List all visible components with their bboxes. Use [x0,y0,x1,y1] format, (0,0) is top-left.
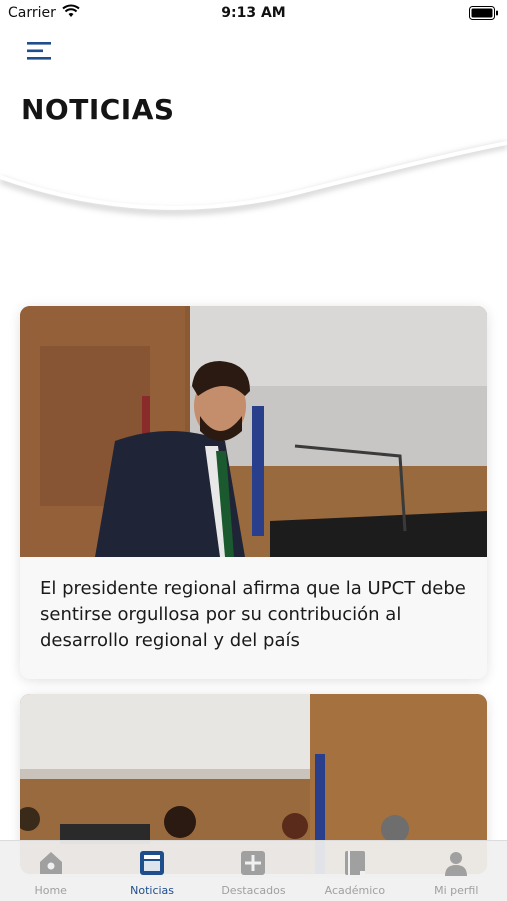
plus-square-icon [241,851,266,875]
tab-mi-perfil[interactable]: Mi perfil [406,841,506,901]
header-swoosh-decoration [0,141,507,216]
bottom-tab-bar: Home Noticias Destacados Académico Mi pe… [0,840,507,901]
book-icon [344,851,365,875]
tab-destacados[interactable]: Destacados [203,841,303,901]
page-title: NOTICIAS [21,93,175,126]
news-card[interactable]: El presidente regional afirma que la UPC… [20,306,487,679]
user-icon [445,852,468,876]
home-icon [39,852,62,874]
news-headline: El presidente regional afirma que la UPC… [40,578,466,651]
tab-label: Mi perfil [434,884,479,897]
hamburger-menu-icon[interactable] [25,40,53,62]
tab-noticias[interactable]: Noticias [102,841,202,901]
tab-label: Noticias [130,884,175,897]
tab-home[interactable]: Home [1,841,101,901]
battery-icon [469,6,498,20]
tab-label: Académico [324,884,386,897]
status-bar: Carrier 9:13 AM [0,0,507,28]
clock: 9:13 AM [221,5,286,21]
tab-academico[interactable]: Académico [305,841,405,901]
newspaper-icon [140,851,165,875]
tab-label: Home [34,884,67,897]
news-photo [20,306,487,557]
tab-label: Destacados [221,884,286,897]
